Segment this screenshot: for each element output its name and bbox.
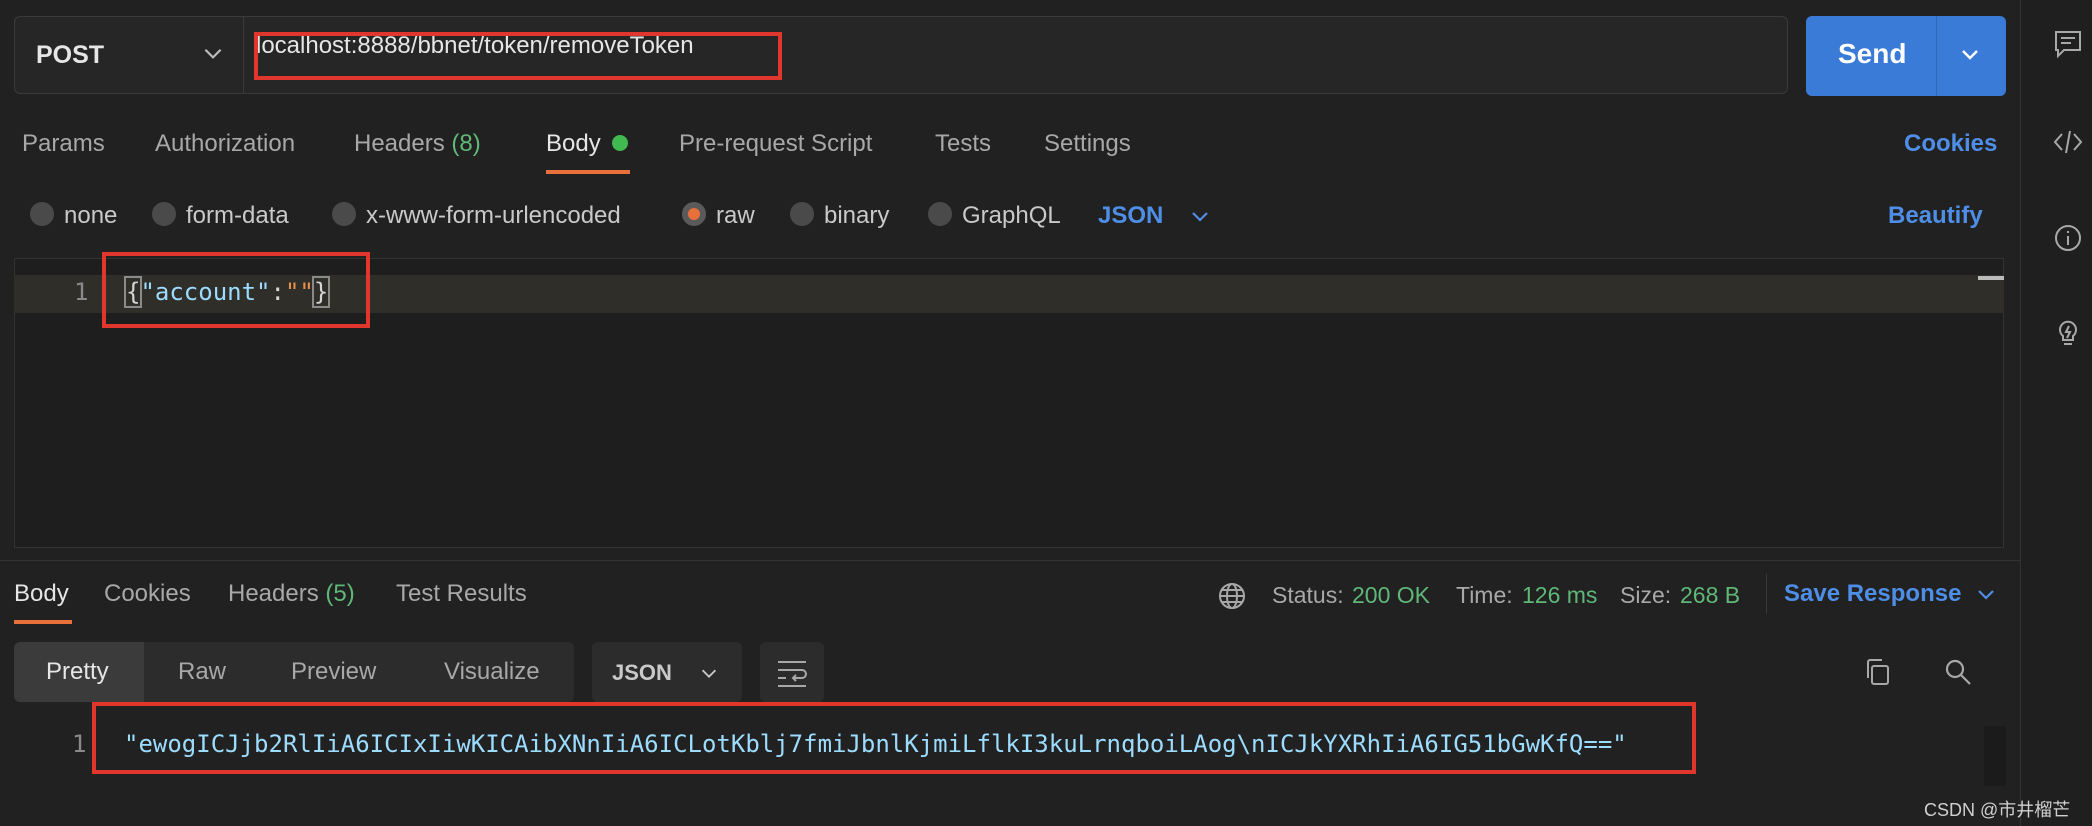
lightbulb-icon[interactable]	[2052, 316, 2084, 348]
line-number: 1	[74, 278, 89, 306]
resp-tab-test-results[interactable]: Test Results	[396, 580, 527, 608]
tab-params[interactable]: Params	[22, 130, 105, 158]
size-label: Size:	[1620, 582, 1672, 608]
chevron-down-icon[interactable]	[698, 662, 720, 684]
radio-label-none: none	[64, 202, 118, 229]
response-scrollbar[interactable]	[1984, 726, 2006, 786]
annotation-box-request-body	[102, 252, 370, 328]
radio-binary[interactable]	[790, 202, 814, 226]
search-icon[interactable]	[1942, 656, 1974, 688]
annotation-box-response-body	[92, 702, 1696, 774]
view-tab-preview[interactable]: Preview	[291, 658, 376, 686]
radio-label-urlencoded: x-www-form-urlencoded	[366, 202, 621, 229]
annotation-box-url	[254, 32, 782, 80]
copy-icon[interactable]	[1862, 656, 1894, 688]
info-icon[interactable]	[2052, 222, 2084, 254]
view-tab-raw[interactable]: Raw	[178, 658, 226, 686]
view-tab-visualize[interactable]: Visualize	[444, 658, 540, 686]
status-label: Status:	[1272, 582, 1344, 608]
headers-count: (8)	[451, 130, 481, 157]
radio-label-binary: binary	[824, 202, 890, 229]
size-value: 268 B	[1680, 582, 1741, 608]
active-tab-underline	[546, 170, 630, 174]
time-label: Time:	[1456, 582, 1513, 608]
save-response-button[interactable]: Save Response	[1784, 580, 1961, 608]
radio-graphql[interactable]	[928, 202, 952, 226]
view-tab-pretty[interactable]: Pretty	[46, 658, 109, 686]
resp-tab-headers-label: Headers	[228, 580, 319, 607]
body-format-select[interactable]: JSON	[1098, 202, 1163, 230]
radio-none[interactable]	[30, 202, 54, 226]
body-indicator-dot	[612, 135, 628, 151]
resp-tab-headers[interactable]: Headers (5)	[228, 580, 355, 608]
tab-settings[interactable]: Settings	[1044, 130, 1131, 158]
chevron-down-icon[interactable]	[200, 40, 226, 66]
tab-headers[interactable]: Headers (8)	[354, 130, 481, 158]
beautify-button[interactable]: Beautify	[1888, 202, 1983, 230]
comment-icon[interactable]	[2052, 28, 2084, 60]
editor-scrollbar[interactable]	[1978, 276, 2004, 280]
tab-headers-label: Headers	[354, 130, 445, 157]
send-divider	[1936, 16, 1937, 96]
radio-raw[interactable]	[682, 202, 706, 226]
tab-authorization[interactable]: Authorization	[155, 130, 295, 158]
chevron-down-icon[interactable]	[1958, 42, 1982, 66]
status-value: 200 OK	[1352, 582, 1430, 608]
panel-divider[interactable]	[0, 560, 2020, 561]
chevron-down-icon[interactable]	[1188, 204, 1212, 228]
globe-icon[interactable]	[1216, 580, 1248, 612]
cookies-link[interactable]: Cookies	[1904, 130, 1997, 158]
wrap-lines-icon	[778, 661, 807, 687]
right-sidebar	[2020, 0, 2092, 826]
tab-tests[interactable]: Tests	[935, 130, 991, 158]
tab-pre-request-script[interactable]: Pre-request Script	[679, 130, 872, 158]
line-number: 1	[72, 730, 87, 758]
resp-tab-cookies[interactable]: Cookies	[104, 580, 191, 608]
active-tab-underline	[14, 620, 72, 624]
chevron-down-icon[interactable]	[1974, 582, 1998, 606]
tab-body[interactable]: Body	[546, 130, 601, 158]
radio-urlencoded[interactable]	[332, 202, 356, 226]
radio-label-graphql: GraphQL	[962, 202, 1061, 229]
send-label: Send	[1838, 38, 1907, 69]
watermark: CSDN @市井榴芒	[1924, 800, 2071, 820]
radio-label-raw: raw	[716, 202, 755, 229]
method-label: POST	[36, 40, 105, 69]
radio-label-form-data: form-data	[186, 202, 289, 229]
radio-form-data[interactable]	[152, 202, 176, 226]
response-format-label: JSON	[612, 660, 672, 685]
resp-headers-count: (5)	[325, 580, 355, 607]
code-icon[interactable]	[2052, 126, 2084, 158]
divider	[1766, 574, 1767, 614]
resp-tab-body[interactable]: Body	[14, 580, 69, 608]
time-value: 126 ms	[1522, 582, 1598, 608]
